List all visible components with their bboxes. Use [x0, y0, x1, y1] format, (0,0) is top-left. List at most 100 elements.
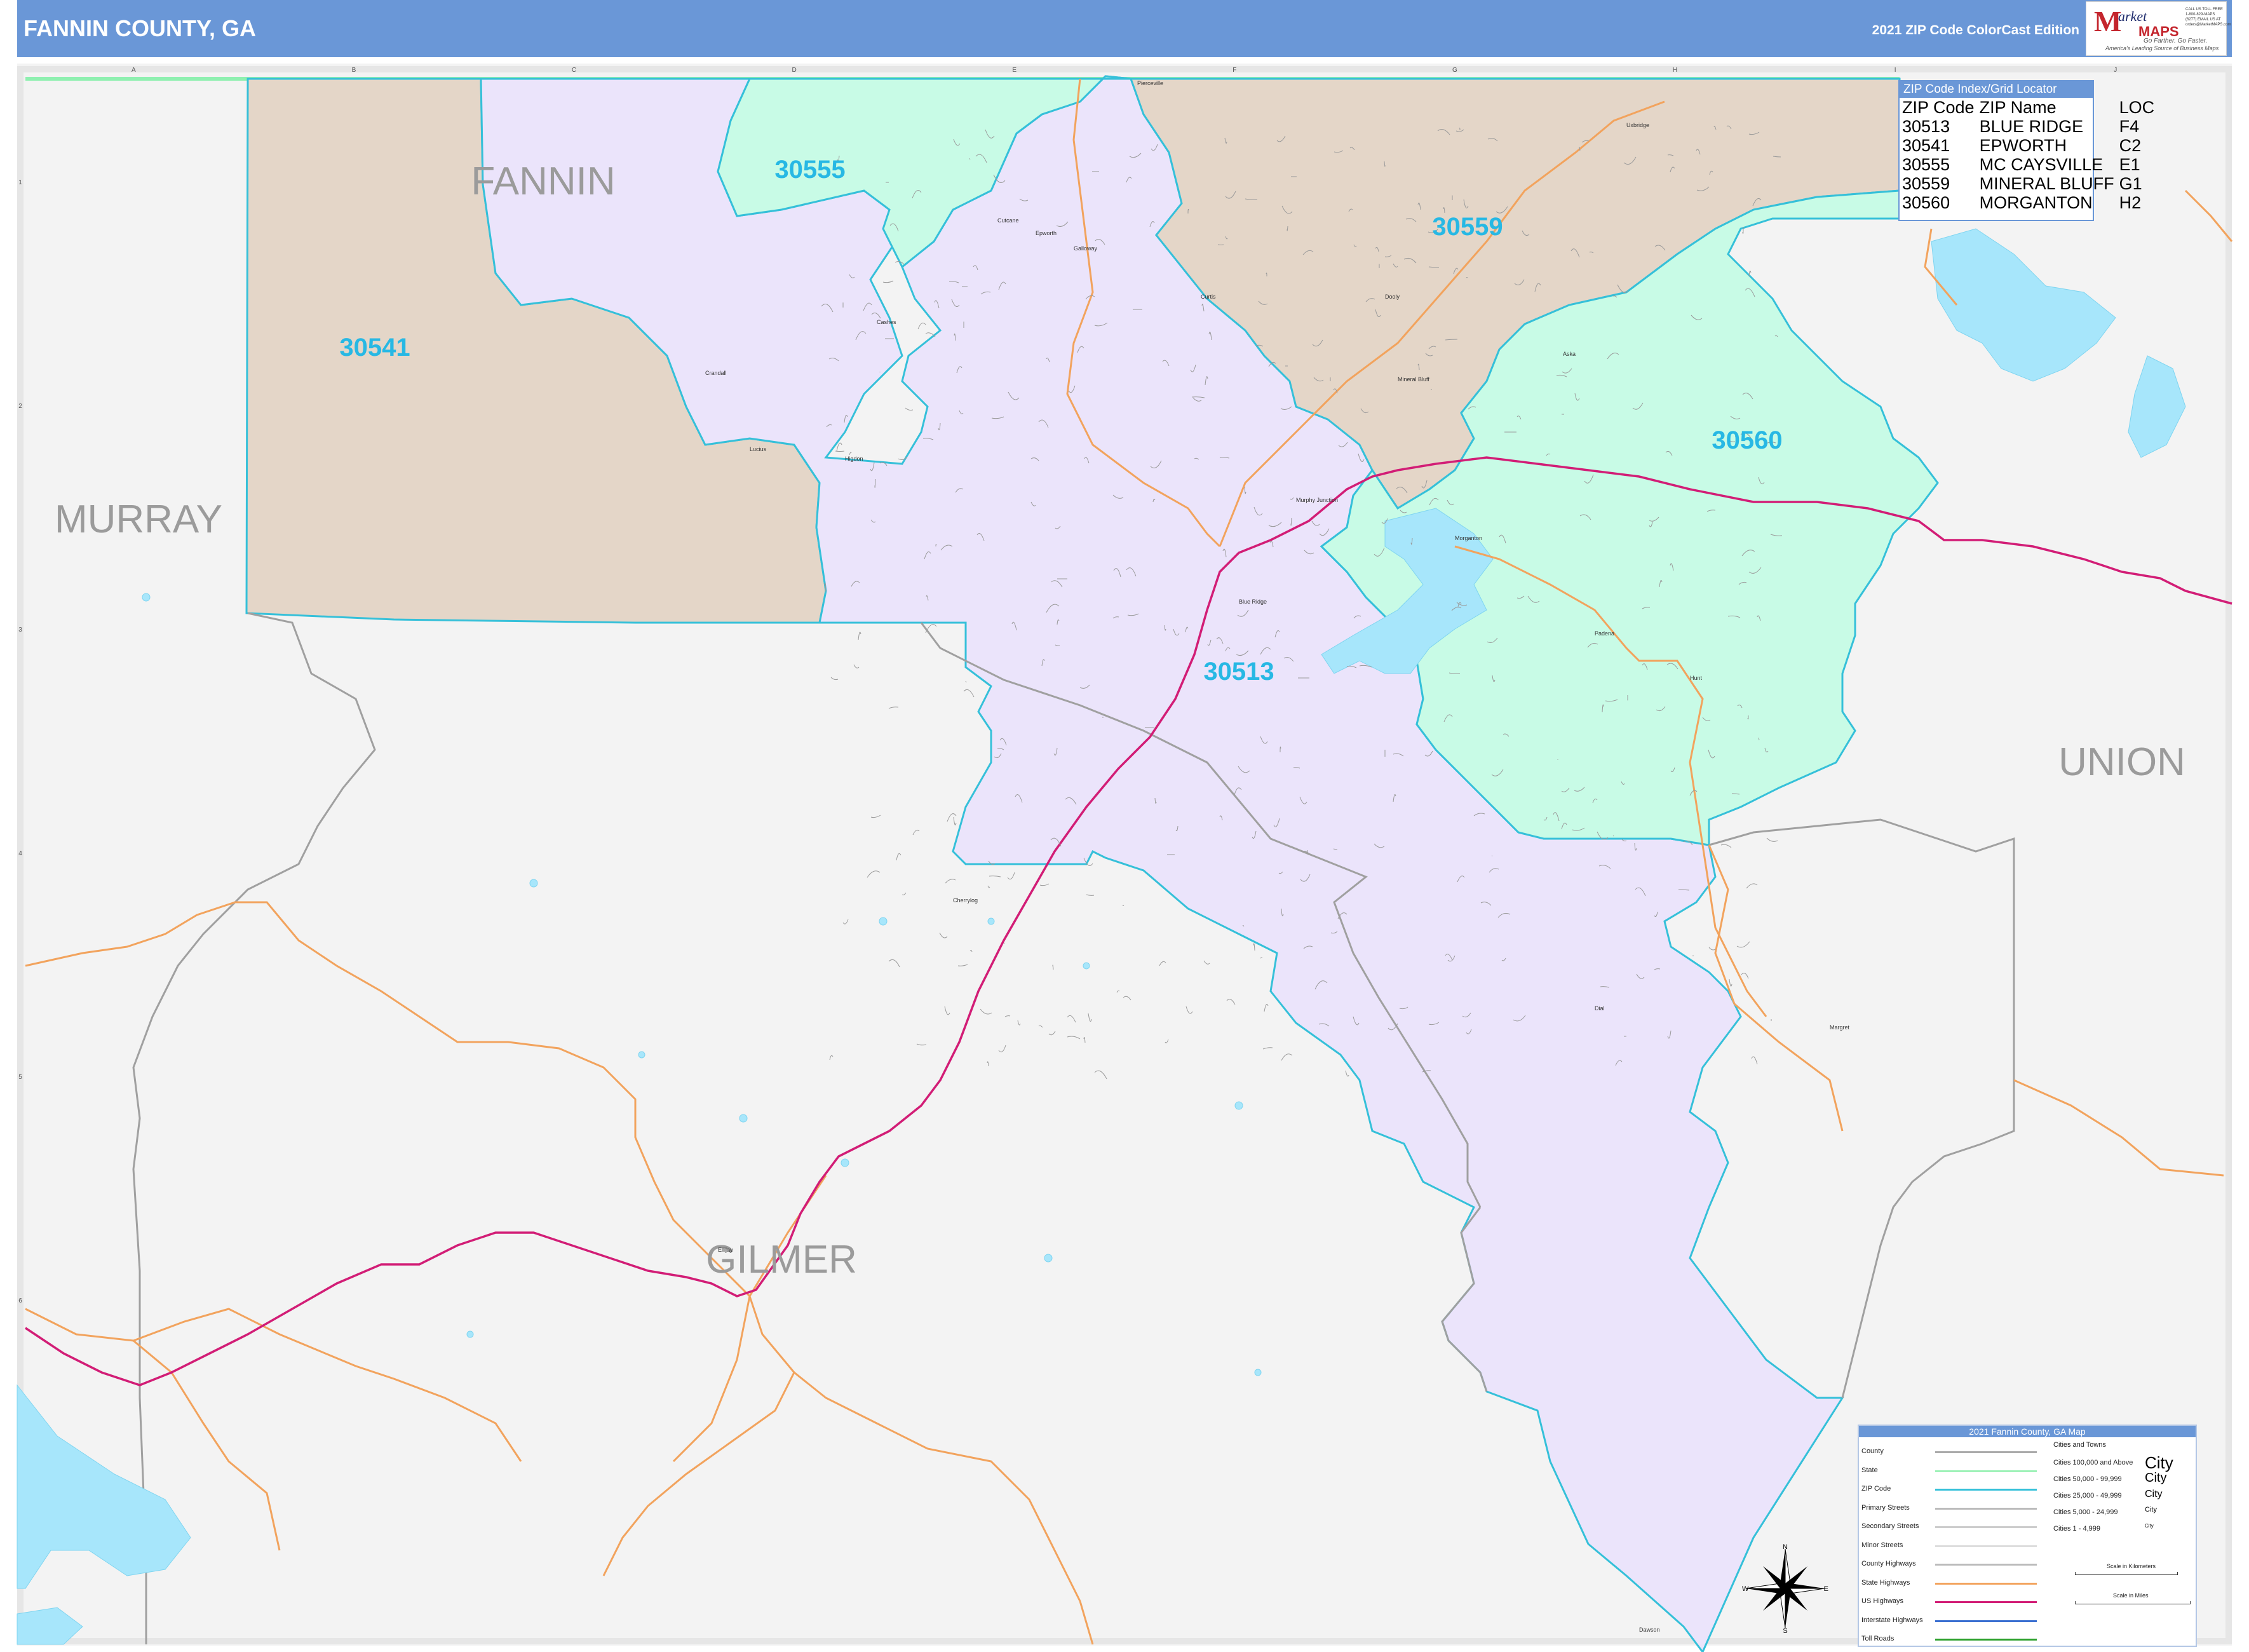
place-higdon: Higdon	[845, 456, 863, 462]
place-curtis: Curtis	[1201, 294, 1216, 300]
minor-street	[1751, 1056, 1758, 1065]
map-legend[interactable]: 2021 Fannin County, GA Map County State ZI…	[1858, 1425, 2197, 1647]
scale-bar-km	[2075, 1572, 2178, 1575]
legend-item-label: Interstate Highways	[1861, 1616, 1923, 1624]
county-label-gilmer: GILMER	[706, 1238, 857, 1282]
minor-street	[1123, 996, 1131, 1001]
map-canvas[interactable]: ABCDEFGHIJ 1234567	[0, 0, 2249, 1652]
grid-column-label: I	[1894, 67, 1896, 74]
table-row[interactable]: 30560 MORGANTON H2	[1900, 193, 2157, 212]
county-label-fannin: FANNIN	[471, 159, 615, 203]
minor-street	[836, 442, 842, 452]
grid-column-label: D	[792, 67, 796, 74]
minor-street	[1720, 844, 1732, 848]
minor-street	[1122, 905, 1124, 906]
place-cashes: Cashes	[877, 319, 896, 325]
county-label-murray: MURRAY	[55, 498, 222, 541]
place-dial: Dial	[1595, 1005, 1605, 1012]
minor-street	[1159, 961, 1166, 966]
grid-column-label: B	[352, 67, 356, 74]
legend-city-sample: City	[2145, 1488, 2163, 1500]
compass-rose-icon: N S E W	[1742, 1544, 1828, 1633]
minor-street	[912, 830, 920, 836]
minor-street	[953, 816, 957, 825]
table-row[interactable]: 30559 MINERAL BLUFF G1	[1900, 174, 2157, 193]
legend-swatch	[1935, 1582, 2037, 1585]
zip-index-header-row: ZIP Code ZIP Name LOC	[1900, 98, 2157, 117]
minor-street	[917, 322, 926, 330]
grid-row-label: 6	[18, 1297, 22, 1304]
legend-title: 2021 Fannin County, GA Map	[1859, 1426, 2196, 1437]
minor-street	[1766, 837, 1778, 842]
place-cutcane: Cutcane	[997, 217, 1019, 224]
minor-street	[1083, 1037, 1086, 1043]
zip-label-30513[interactable]: 30513	[1203, 658, 1274, 686]
legend-city-tier: Cities 100,000 and Above	[2053, 1459, 2133, 1466]
legend-item-label: Toll Roads	[1861, 1635, 1894, 1642]
minor-street	[888, 707, 899, 709]
compass-s: S	[1783, 1627, 1787, 1633]
minor-street	[853, 664, 860, 668]
minor-street	[1264, 1004, 1269, 1012]
minor-street	[1038, 1025, 1043, 1028]
minor-street	[1281, 1053, 1293, 1061]
grid-column-label: J	[2114, 67, 2117, 74]
minor-street	[945, 879, 956, 884]
minor-street	[916, 1043, 927, 1046]
minor-street	[1729, 978, 1732, 987]
legend-city-sample: City	[2145, 1471, 2167, 1486]
minor-street	[969, 949, 973, 952]
legend-city-sample: City	[2145, 1506, 2157, 1514]
table-row[interactable]: 30513 BLUE RIDGE F4	[1900, 117, 2157, 136]
legend-item-label: US Highways	[1861, 1597, 1904, 1605]
zip-label-30555[interactable]: 30555	[774, 156, 845, 184]
zip-label-30560[interactable]: 30560	[1712, 426, 1782, 454]
legend-item-label: County	[1861, 1447, 1884, 1455]
legend-swatch	[1935, 1526, 2037, 1528]
grid-column-label: C	[572, 67, 576, 74]
zip-index-panel[interactable]: ZIP Code Index/Grid Locator ZIP Code ZIP…	[1898, 80, 2154, 221]
minor-street	[867, 870, 881, 878]
minor-street	[998, 1045, 1006, 1053]
zip-label-30541[interactable]: 30541	[339, 334, 410, 362]
minor-street	[905, 407, 914, 411]
legend-item-label: Primary Streets	[1861, 1503, 1910, 1512]
place-dawson: Dawson	[1639, 1627, 1660, 1633]
minor-street	[1253, 943, 1255, 951]
minor-street	[944, 1006, 950, 1015]
compass-w: W	[1742, 1585, 1749, 1593]
minor-street	[957, 964, 968, 966]
minor-street	[1088, 1013, 1092, 1022]
minor-street	[829, 1055, 834, 1060]
legend-swatch	[1935, 1451, 2037, 1453]
minor-street	[1736, 941, 1750, 948]
minor-street	[1048, 1031, 1056, 1036]
legend-city-sample: City	[2145, 1523, 2154, 1529]
place-padena: Padena	[1595, 630, 1614, 637]
table-row[interactable]: 30555 MC CAYSVILLE E1	[1900, 155, 2157, 174]
minor-street	[888, 959, 900, 968]
legend-swatch	[1935, 1639, 2037, 1641]
minor-street	[830, 677, 839, 680]
minor-street	[1007, 872, 1015, 880]
place-crandall: Crandall	[705, 370, 727, 376]
minor-street	[1165, 1039, 1169, 1043]
minor-street	[947, 813, 957, 822]
zip-label-30559[interactable]: 30559	[1432, 213, 1503, 241]
minor-street	[1185, 1006, 1193, 1014]
table-row[interactable]: 30541 EPWORTH C2	[1900, 136, 2157, 155]
legend-scale-mi: Scale in Miles	[2113, 1592, 2149, 1599]
minor-street	[896, 853, 902, 861]
place-lucius: Lucius	[750, 446, 767, 452]
grid-row-label: 5	[18, 1074, 22, 1081]
zip-index-table: ZIP Code ZIP Name LOC 30513 BLUE RIDGE F4 …	[1900, 98, 2157, 212]
minor-street	[849, 452, 852, 456]
minor-street	[980, 1008, 992, 1015]
grid-column-label: A	[132, 67, 136, 74]
place-murphy-junction: Murphy Junction	[1296, 497, 1338, 503]
minor-street	[939, 932, 948, 938]
legend-scale-km: Scale in Kilometers	[2107, 1563, 2156, 1569]
place-margret: Margret	[1830, 1024, 1850, 1031]
legend-item-label: State	[1861, 1466, 1878, 1474]
legend-item-label: Minor Streets	[1861, 1541, 1903, 1549]
